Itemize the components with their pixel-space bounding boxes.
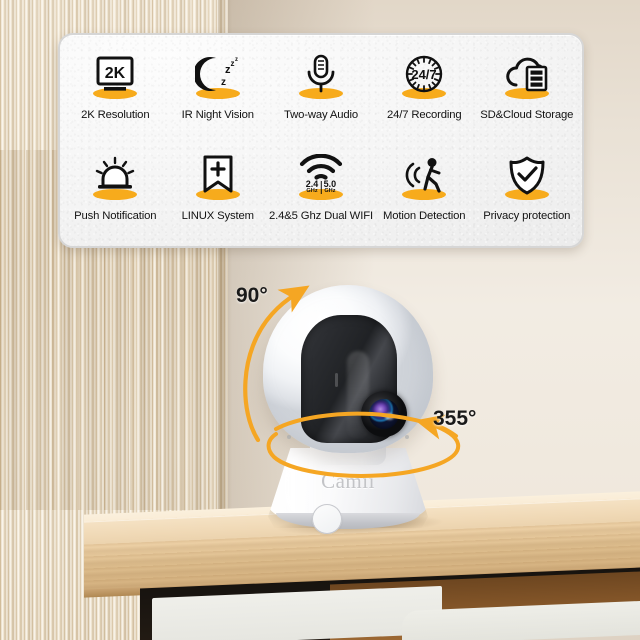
motion-detection-icon: [405, 157, 441, 193]
feature-item-dual-band-wifi: 2.4 GHz 5.0 GHz 2.4&5 Ghz Dual WIFI: [269, 142, 373, 243]
camera-mic-slot: [335, 373, 338, 387]
icon-wrap: [496, 47, 558, 103]
camera-screw-right: [405, 435, 409, 439]
wifi-band-1-unit: GHz: [306, 187, 318, 194]
sd-cloud-storage-icon: [506, 57, 548, 92]
icon-wrap: 2.4 GHz 5.0 GHz: [290, 148, 352, 204]
feature-label: SD&Cloud Storage: [480, 109, 574, 121]
2k-resolution-icon: 2K: [96, 56, 134, 91]
feature-item-ir-night-vision: z z z z IR Night Vision: [167, 41, 270, 142]
feature-label: Motion Detection: [383, 209, 466, 222]
camera-faceplate: [301, 315, 407, 443]
camera-head: [263, 285, 433, 453]
feature-item-2k-resolution: 2K 2K Resolution: [64, 41, 167, 142]
icon-wrap: [393, 148, 455, 204]
feature-item-sd-cloud-storage: SD&Cloud Storage: [475, 41, 578, 142]
svg-text:z: z: [230, 59, 234, 68]
24-7-recording-icon: 24/7: [406, 55, 443, 93]
svg-text:z: z: [235, 57, 238, 63]
tilt-angle-label: 90°: [236, 284, 268, 307]
feature-label: LINUX System: [181, 209, 254, 222]
push-notification-icon: [96, 156, 135, 189]
icon-wrap: [187, 148, 249, 204]
feature-label: 2K Resolution: [81, 109, 150, 121]
feature-label: IR Night Vision: [181, 109, 254, 121]
two-way-audio-icon: [307, 54, 335, 93]
icon-wrap: 2K: [84, 47, 146, 103]
feature-label: Privacy protection: [483, 209, 571, 222]
svg-text:2K: 2K: [105, 65, 126, 82]
icon-wrap: [496, 148, 558, 204]
privacy-protection-icon: [509, 156, 545, 194]
ir-night-vision-icon: z z z z: [194, 57, 238, 91]
feature-item-linux-system: LINUX System: [167, 142, 270, 243]
wifi-band-2-unit: GHz: [324, 187, 336, 194]
feature-label: 24/7 Recording: [386, 109, 462, 121]
linux-system-icon: [203, 155, 233, 192]
feature-item-motion-detection: Motion Detection: [373, 142, 476, 243]
camera-button[interactable]: [312, 504, 342, 534]
svg-text:z: z: [221, 77, 226, 88]
feature-grid: 2K 2K Resolution z z z z IR Night Vision…: [60, 35, 582, 246]
wifi-band-2: 5.0 GHz: [324, 179, 337, 195]
feature-label: 2.4&5 Ghz Dual WIFI: [269, 209, 373, 222]
camera-screw-left: [287, 435, 291, 439]
feature-panel: 2K 2K Resolution z z z z IR Night Vision…: [58, 33, 584, 248]
security-camera: Camii: [250, 285, 450, 535]
feature-item-two-way-audio: Two-way Audio: [269, 41, 373, 142]
icon-wrap: 24/7: [393, 47, 455, 103]
svg-text:24/7: 24/7: [412, 67, 437, 82]
wifi-band-labels: 2.4 GHz 5.0 GHz: [306, 179, 337, 195]
wifi-band-1: 2.4 GHz: [306, 179, 319, 195]
lens-glint: [385, 413, 394, 420]
icon-wrap: [84, 148, 146, 204]
camera-lens: [369, 399, 399, 429]
icon-wrap: [290, 47, 352, 103]
pan-angle-label: 355°: [433, 407, 477, 430]
feature-item-push-notification: Push Notification: [64, 142, 167, 243]
feature-item-privacy-protection: Privacy protection: [475, 142, 578, 243]
product-marketing-image: Camii 90° 355° 2K 2K Resolution z z z z …: [0, 0, 640, 640]
brand-logo: Camii: [321, 469, 375, 493]
feature-label: Push Notification: [74, 209, 157, 222]
wifi-band-separator: [320, 180, 322, 194]
camera-base-ring: [276, 513, 420, 529]
feature-label: Two-way Audio: [283, 109, 358, 121]
camera-lens-ring: [361, 391, 407, 437]
feature-item-24-7-recording: 24/7 24/7 Recording: [373, 41, 476, 142]
icon-wrap: z z z z: [187, 47, 249, 103]
